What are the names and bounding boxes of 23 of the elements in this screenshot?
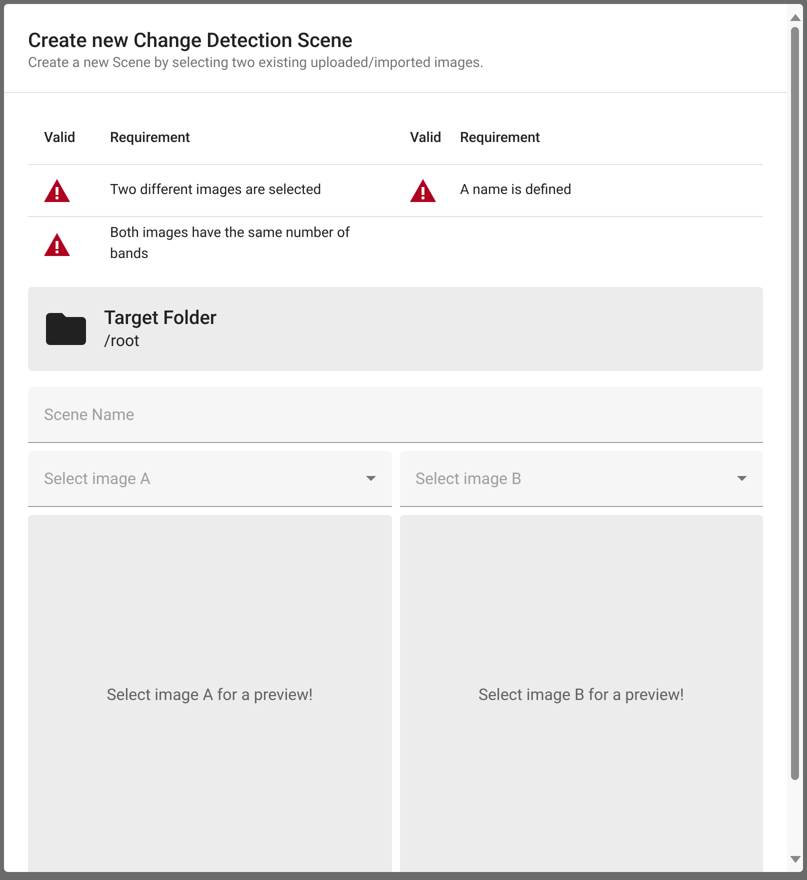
preview-hint: Select image B for a preview!: [478, 684, 684, 706]
dropdown-icon: [737, 476, 747, 481]
dialog-title: Create new Change Detection Scene: [28, 28, 354, 52]
requirement-text: Two different images are selected: [110, 181, 322, 200]
dropdown-icon: [366, 476, 376, 481]
column-header: Requirement: [460, 130, 540, 146]
image-select[interactable]: Select image A: [28, 451, 392, 507]
requirement-text: Both images have the same number of bands: [110, 224, 351, 264]
scroll-down-icon[interactable]: [790, 856, 801, 863]
image-select[interactable]: Select image B: [400, 451, 763, 507]
column-header: Valid: [44, 130, 76, 146]
column-header: Valid: [410, 130, 442, 146]
scroll-up-icon[interactable]: [790, 14, 801, 21]
dialog-subtitle: Create a new Scene by selecting two existing uploaded/imported images.: [28, 54, 485, 72]
requirement-text: A name is defined: [460, 181, 572, 200]
folder-path: /root: [104, 330, 140, 352]
scene-name-field[interactable]: Scene Name: [28, 387, 763, 443]
folder-icon: [46, 313, 86, 345]
preview-hint: Select image A for a preview!: [106, 684, 313, 706]
scrollbar-thumb[interactable]: [791, 27, 799, 780]
column-header: Requirement: [110, 130, 190, 146]
folder-title: Target Folder: [104, 306, 217, 330]
scrollbar[interactable]: [787, 4, 803, 872]
